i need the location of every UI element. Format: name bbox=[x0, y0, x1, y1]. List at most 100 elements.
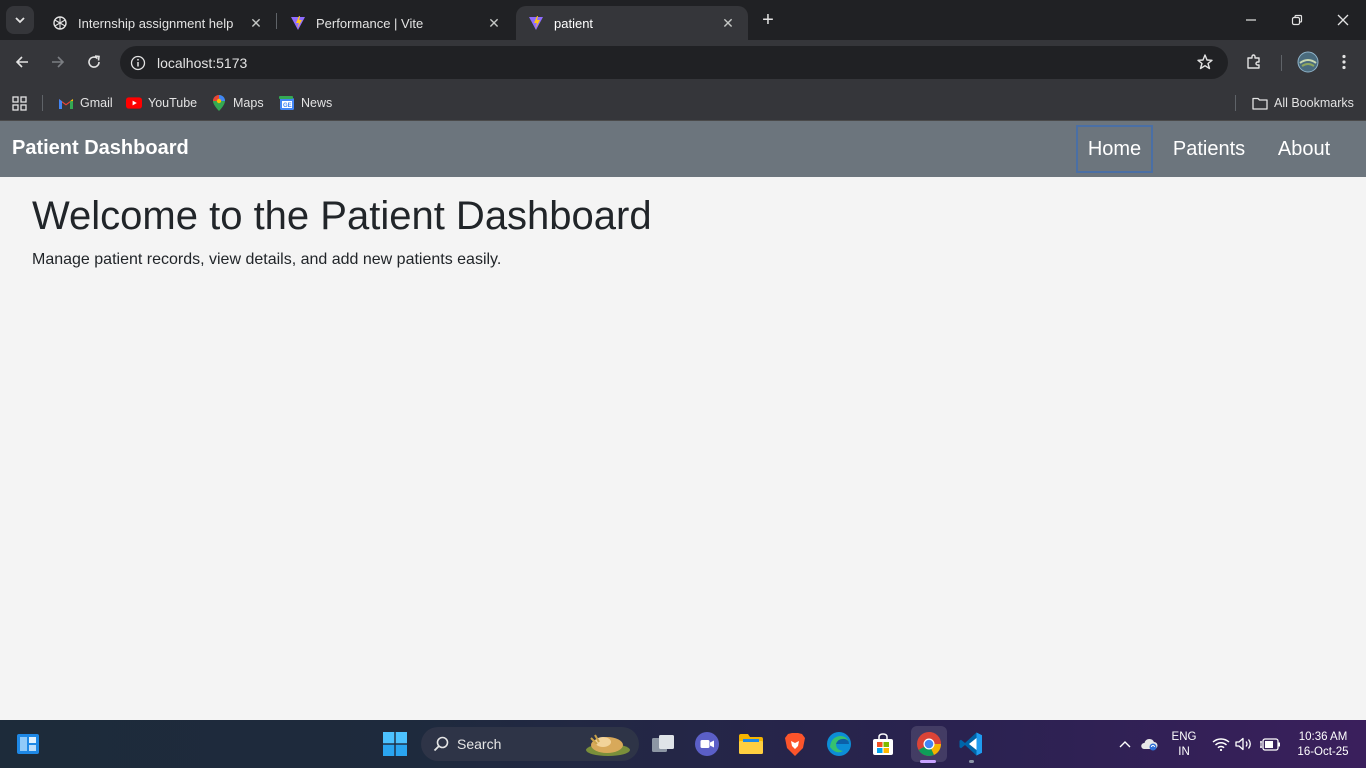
bookmark-label: Maps bbox=[233, 96, 264, 110]
apps-grid-icon bbox=[12, 95, 27, 111]
url-text[interactable]: localhost:5173 bbox=[157, 55, 247, 71]
microsoft-store-app[interactable] bbox=[867, 728, 899, 760]
input-language-indicator[interactable]: ENG IN bbox=[1166, 730, 1202, 760]
gmail-icon bbox=[58, 95, 74, 111]
bookmark-maps[interactable]: Maps bbox=[211, 92, 264, 114]
store-bag-icon bbox=[873, 733, 893, 755]
screen: Internship assignment help ✕ Performance… bbox=[0, 0, 1366, 768]
volume-status[interactable] bbox=[1232, 728, 1256, 760]
site-info-icon[interactable] bbox=[128, 53, 148, 73]
bookmark-youtube[interactable]: YouTube bbox=[126, 92, 197, 114]
bookmark-label: Gmail bbox=[80, 96, 113, 110]
vite-icon bbox=[290, 15, 306, 31]
arrow-left-icon bbox=[15, 56, 28, 68]
restore-button[interactable] bbox=[1274, 0, 1320, 40]
tab-title: patient bbox=[554, 15, 594, 31]
chrome-browser-app-active[interactable] bbox=[911, 726, 947, 762]
widgets-icon bbox=[17, 734, 39, 754]
chevron-up-icon bbox=[1119, 741, 1131, 748]
address-bar[interactable]: localhost:5173 bbox=[120, 46, 1228, 79]
clock[interactable]: 10:36 AM 16-Oct-25 bbox=[1288, 730, 1358, 760]
menu-button[interactable] bbox=[1332, 50, 1356, 74]
page-title: Welcome to the Patient Dashboard bbox=[32, 194, 652, 238]
all-bookmarks-button[interactable]: All Bookmarks bbox=[1252, 92, 1354, 114]
tab-patient-active[interactable]: patient ✕ bbox=[516, 6, 748, 40]
profile-avatar[interactable] bbox=[1296, 50, 1320, 74]
task-view-icon bbox=[652, 735, 674, 752]
region-code: IN bbox=[1178, 746, 1190, 758]
browser-tab-strip: Internship assignment help ✕ Performance… bbox=[0, 0, 1366, 40]
brave-browser-app[interactable] bbox=[779, 728, 811, 760]
chrome-icon bbox=[917, 732, 941, 756]
nav-link-patients[interactable]: Patients bbox=[1163, 125, 1255, 173]
clock-time: 10:36 AM bbox=[1298, 731, 1348, 743]
tab-performance-vite[interactable]: Performance | Vite ✕ bbox=[278, 6, 514, 40]
all-bookmarks-label: All Bookmarks bbox=[1274, 96, 1354, 110]
start-button[interactable] bbox=[379, 728, 411, 760]
vscode-icon bbox=[959, 732, 982, 756]
forward-button[interactable] bbox=[44, 48, 72, 76]
search-highlight-image bbox=[586, 734, 630, 756]
close-window-button[interactable] bbox=[1320, 0, 1366, 40]
bookmark-star-icon[interactable] bbox=[1196, 53, 1214, 76]
back-button[interactable] bbox=[8, 48, 36, 76]
tab-title: Performance | Vite bbox=[316, 15, 424, 31]
close-icon bbox=[1337, 14, 1349, 26]
bookmark-news[interactable]: GE News bbox=[279, 92, 332, 114]
extensions-button[interactable] bbox=[1242, 50, 1266, 74]
tab-search-button[interactable] bbox=[6, 6, 34, 34]
teams-meet-app[interactable] bbox=[691, 728, 723, 760]
svg-text:GE: GE bbox=[283, 103, 292, 109]
onedrive-tray-icon[interactable] bbox=[1136, 728, 1162, 760]
news-icon: GE bbox=[279, 95, 295, 111]
page-subtitle: Manage patient records, view details, an… bbox=[32, 251, 502, 268]
more-vertical-icon bbox=[1342, 54, 1346, 70]
language-code: ENG bbox=[1171, 731, 1197, 743]
search-label: Search bbox=[457, 736, 502, 752]
task-view-button[interactable] bbox=[647, 728, 679, 760]
close-icon[interactable]: ✕ bbox=[246, 13, 266, 33]
close-icon[interactable]: ✕ bbox=[718, 13, 738, 33]
taskbar-search-box[interactable]: Search bbox=[421, 727, 639, 761]
search-icon bbox=[433, 736, 449, 752]
restore-icon bbox=[1291, 14, 1303, 26]
minimize-button[interactable] bbox=[1228, 0, 1274, 40]
nav-link-about[interactable]: About bbox=[1265, 125, 1343, 173]
bookmark-label: News bbox=[301, 96, 333, 110]
youtube-icon bbox=[126, 95, 142, 111]
apps-button[interactable] bbox=[12, 92, 27, 114]
video-chat-icon bbox=[695, 732, 719, 756]
plus-icon: + bbox=[762, 8, 774, 31]
file-explorer-app[interactable] bbox=[735, 728, 767, 760]
reload-button[interactable] bbox=[80, 48, 108, 76]
close-icon[interactable]: ✕ bbox=[484, 13, 504, 33]
tab-internship[interactable]: Internship assignment help ✕ bbox=[40, 6, 276, 40]
wifi-status[interactable] bbox=[1208, 728, 1234, 760]
puzzle-icon bbox=[1247, 54, 1260, 69]
chevron-down-icon bbox=[15, 17, 25, 24]
navbar-brand[interactable]: Patient Dashboard bbox=[12, 137, 189, 160]
edge-browser-app[interactable] bbox=[823, 728, 855, 760]
arrow-right-icon bbox=[52, 56, 65, 68]
bookmarks-bar: Gmail YouTube Maps GE News All Bookmarks bbox=[0, 85, 1366, 121]
windows-logo-icon bbox=[383, 732, 407, 756]
openai-icon bbox=[52, 15, 68, 31]
tab-title: Internship assignment help bbox=[78, 15, 234, 31]
bookmark-separator bbox=[42, 95, 43, 111]
show-hidden-icons-button[interactable] bbox=[1114, 728, 1136, 760]
reload-icon bbox=[88, 55, 100, 68]
new-tab-button[interactable]: + bbox=[756, 8, 780, 32]
bookmark-label: YouTube bbox=[148, 96, 198, 110]
browser-toolbar: localhost:5173 bbox=[0, 40, 1366, 85]
widgets-button[interactable] bbox=[12, 728, 44, 760]
speaker-icon bbox=[1235, 737, 1251, 751]
bookmark-separator bbox=[1235, 95, 1236, 111]
nav-link-home[interactable]: Home bbox=[1076, 125, 1153, 173]
active-app-indicator bbox=[920, 760, 936, 763]
vscode-app[interactable] bbox=[955, 728, 987, 760]
running-app-indicator bbox=[969, 760, 974, 763]
bookmark-gmail[interactable]: Gmail bbox=[58, 92, 113, 114]
wifi-icon bbox=[1212, 738, 1230, 751]
folder-icon bbox=[739, 734, 763, 754]
battery-status[interactable] bbox=[1257, 728, 1283, 760]
